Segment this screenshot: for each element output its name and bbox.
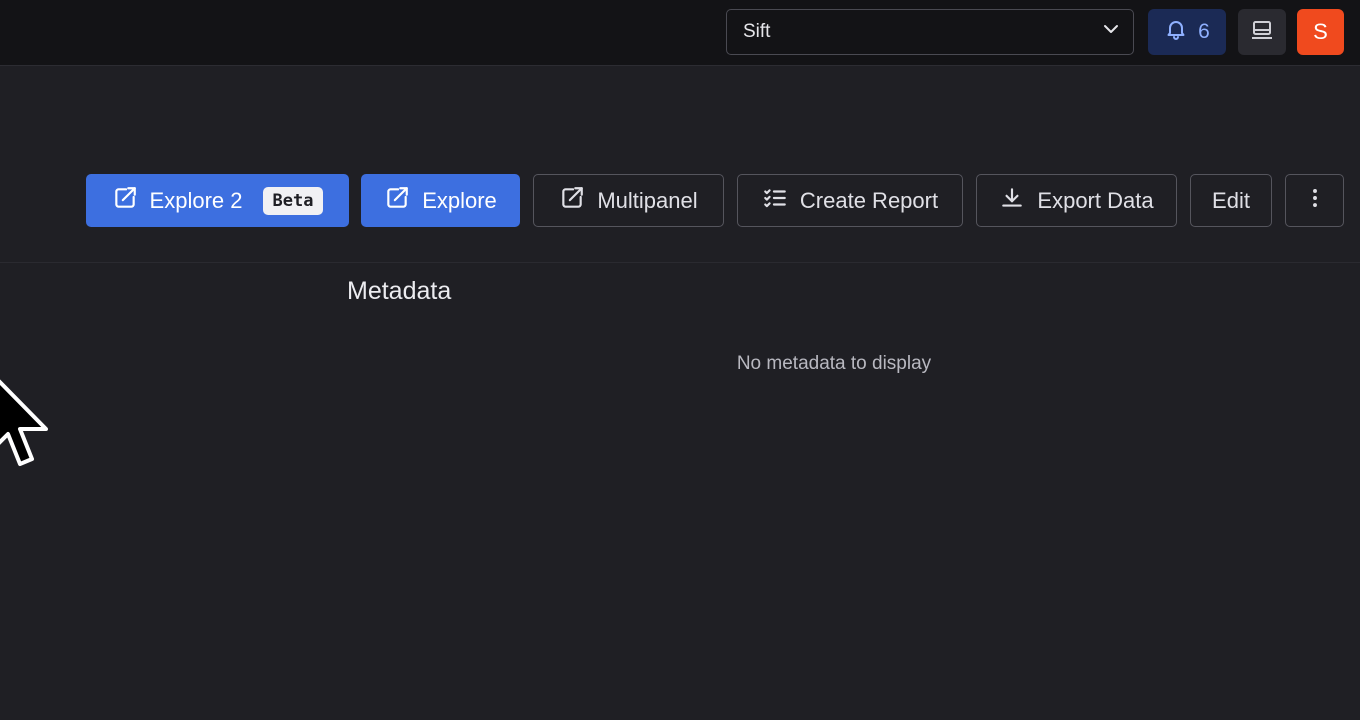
export-data-button[interactable]: Export Data <box>976 174 1177 227</box>
beta-badge: Beta <box>262 186 324 215</box>
create-report-label: Create Report <box>799 187 939 213</box>
user-avatar[interactable]: S <box>1297 9 1344 55</box>
edit-label: Edit <box>1212 187 1250 213</box>
more-options-button[interactable] <box>1285 174 1344 227</box>
organization-select-value: Sift <box>743 21 771 42</box>
avatar-initial: S <box>1313 19 1328 44</box>
external-link-icon <box>559 185 585 217</box>
mouse-cursor-icon <box>0 379 48 466</box>
top-bar: Sift 6 S <box>0 0 1360 66</box>
explore-2-button[interactable]: Explore 2 Beta <box>86 174 349 227</box>
edit-button[interactable]: Edit <box>1190 174 1272 227</box>
explore-button[interactable]: Explore <box>361 174 520 227</box>
panel-toggle-button[interactable] <box>1238 9 1286 55</box>
download-icon <box>999 185 1025 217</box>
checklist-icon <box>762 185 788 217</box>
metadata-empty-message: No metadata to display <box>736 353 932 374</box>
action-toolbar: Explore 2 Beta Explore Multipanel Create… <box>0 174 1360 227</box>
organization-select[interactable]: Sift <box>726 9 1134 55</box>
notification-count: 6 <box>1198 20 1210 43</box>
explore-2-label: Explore 2 <box>149 187 243 213</box>
multipanel-button[interactable]: Multipanel <box>533 174 724 227</box>
laptop-icon <box>1250 18 1274 47</box>
metadata-title: Metadata <box>347 277 452 305</box>
notifications-button[interactable]: 6 <box>1148 9 1226 55</box>
more-vertical-icon <box>1302 185 1328 217</box>
external-link-icon <box>112 185 138 217</box>
create-report-button[interactable]: Create Report <box>737 174 963 227</box>
bell-icon <box>1164 17 1188 47</box>
multipanel-label: Multipanel <box>597 187 698 213</box>
external-link-icon <box>384 185 410 217</box>
section-divider <box>0 262 1360 263</box>
explore-label: Explore <box>422 187 497 213</box>
export-data-label: Export Data <box>1037 187 1154 213</box>
chevron-down-icon <box>1101 19 1121 45</box>
